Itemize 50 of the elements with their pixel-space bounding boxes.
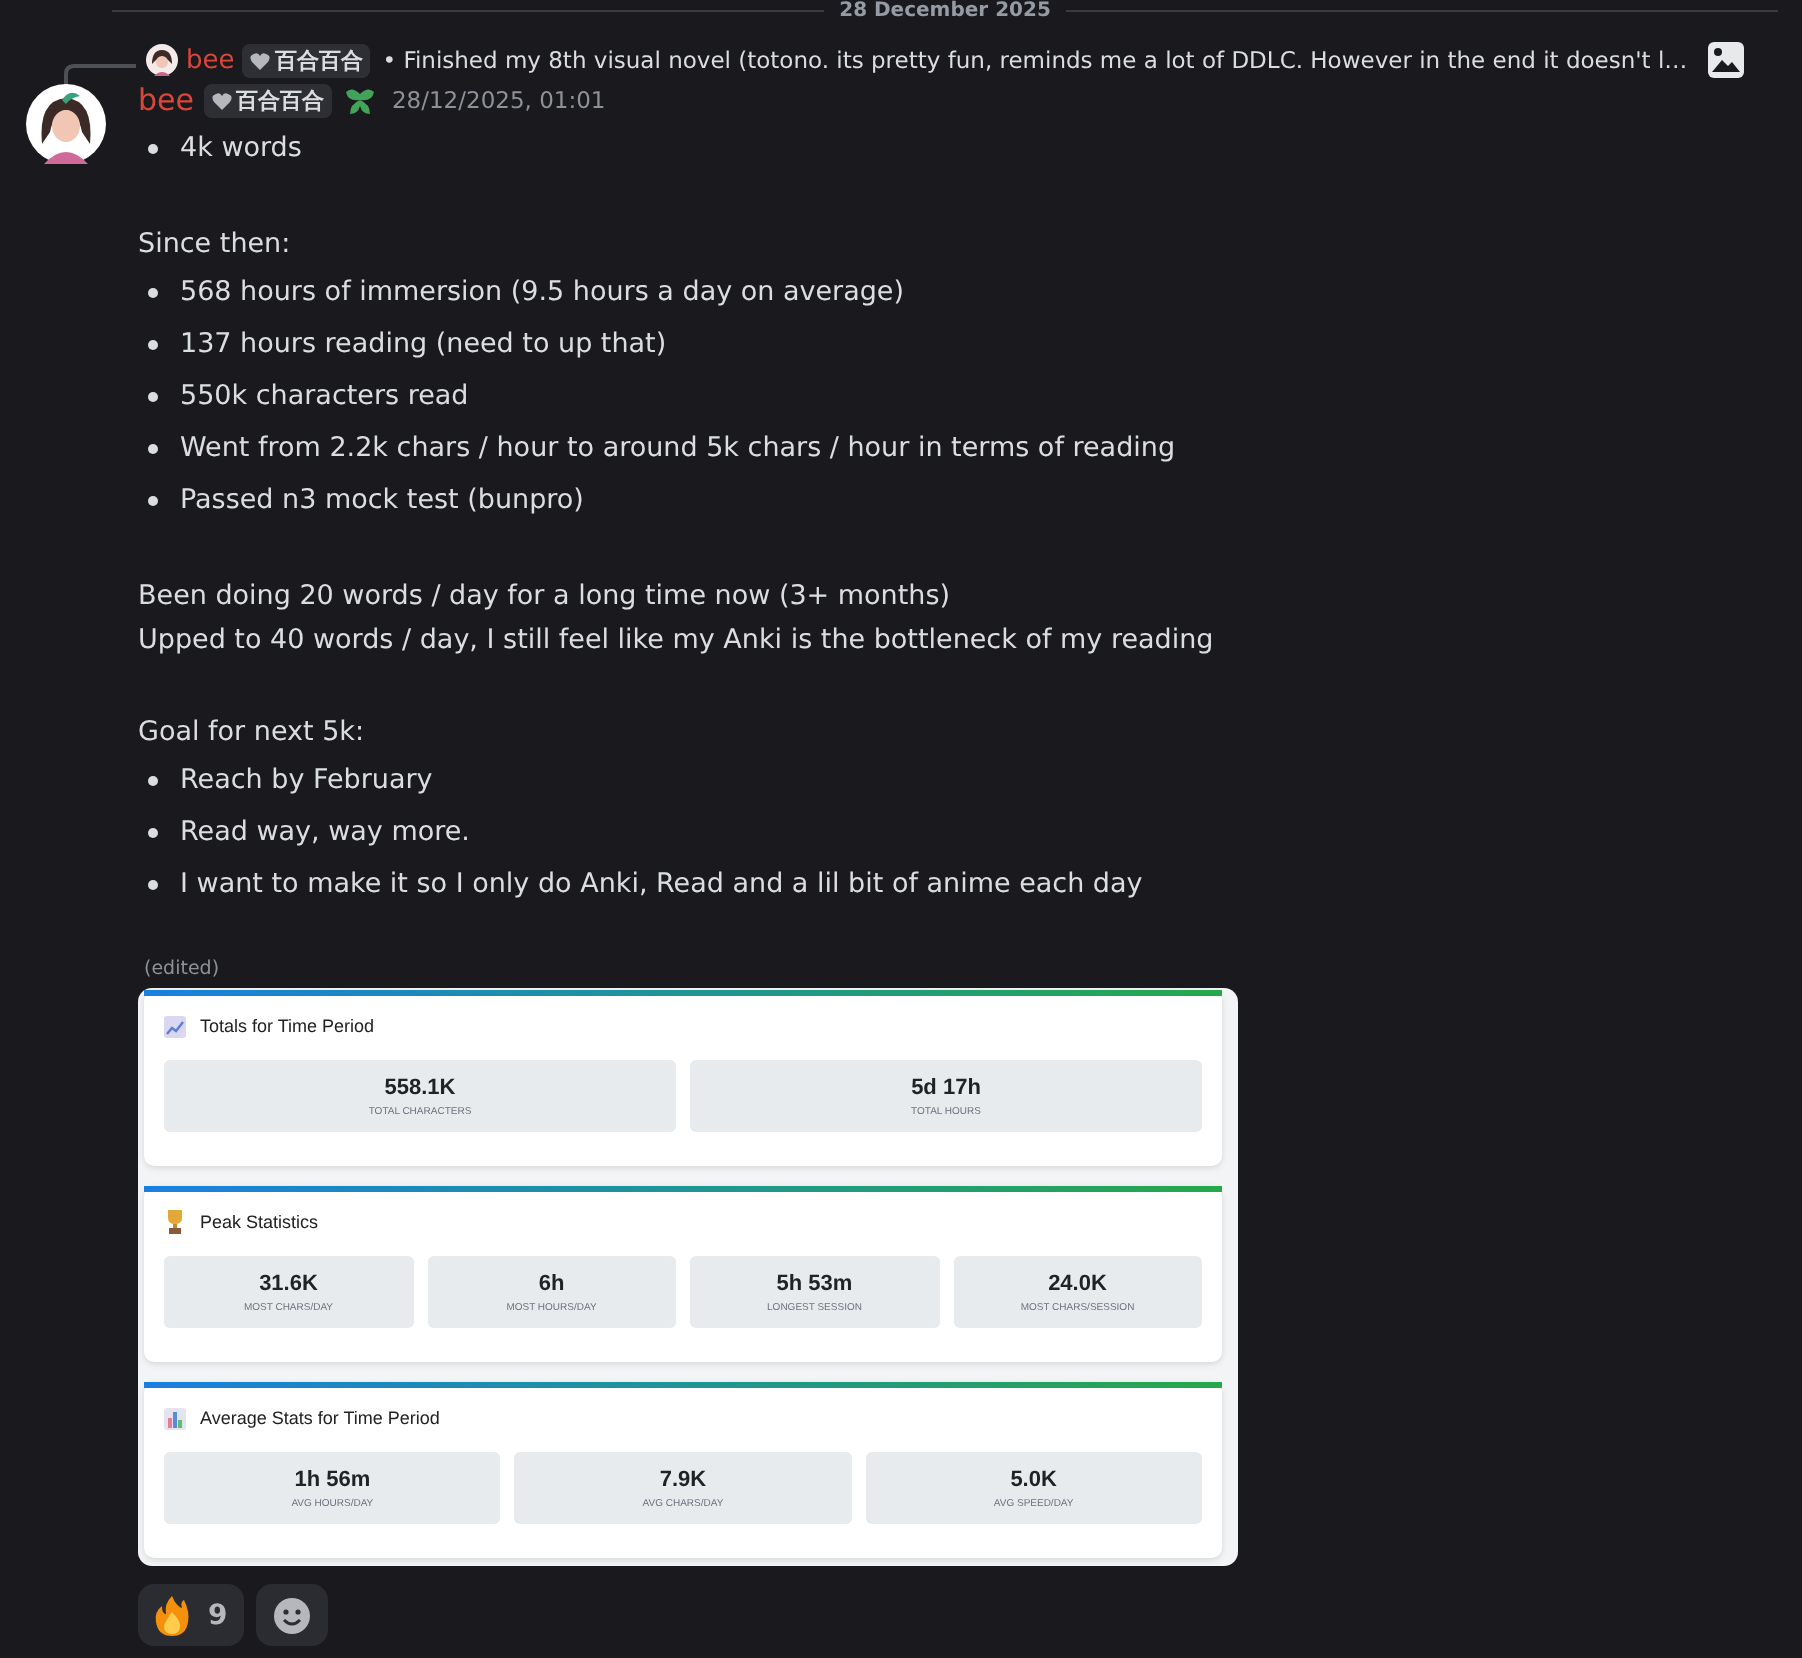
stat-value: 558.1K [384, 1075, 456, 1099]
stat-value: 31.6K [259, 1271, 318, 1295]
heart-icon [250, 51, 271, 69]
author-name[interactable]: bee [138, 82, 194, 118]
card-title: Peak Statistics [200, 1212, 319, 1232]
message-text: Since then: [138, 228, 291, 260]
stat-value: 5h 53m [776, 1271, 853, 1295]
stat-value: 1h 56m [294, 1467, 371, 1491]
avatar[interactable] [26, 84, 106, 164]
list-item: 568 hours of immersion (9.5 hours a day on average) [180, 276, 905, 308]
list-item: Passed n3 mock test (bunpro) [180, 484, 584, 516]
edited-label: (edited) [144, 958, 222, 980]
bar-chart-icon [164, 1407, 186, 1429]
reply-author[interactable]: bee [186, 45, 235, 75]
stat-value: 5d 17h [911, 1075, 981, 1099]
list-item: 4k words [180, 132, 302, 164]
reply-preview[interactable]: • Finished my 8th visual novel (totono. its pretty fun, reminds me a lot of DDLC. However in the end it doesn't l… [382, 46, 1688, 74]
heart-icon [211, 91, 232, 109]
add-reaction-button[interactable] [255, 1584, 328, 1646]
guild-tag[interactable]: 百合百合 [242, 43, 371, 77]
tag-text: 百合百合 [235, 85, 324, 115]
stat-value: 5.0K [1010, 1467, 1057, 1491]
list-item: Read way, way more. [180, 816, 470, 848]
list-item: I want to make it so I only do Anki, Read and a lil bit of anime each day [180, 868, 1143, 900]
guild-tag[interactable]: 百合百合 [203, 83, 332, 117]
reply-connector [64, 62, 136, 90]
fire-icon [154, 1595, 190, 1635]
message-text: Upped to 40 words / day, I still feel like my Anki is the bottleneck of my reading [138, 624, 1214, 656]
message-text: Been doing 20 words / day for a long time now (3+ months) [138, 580, 951, 612]
card-title: Totals for Time Period [200, 1016, 375, 1036]
trophy-icon [164, 1210, 186, 1234]
reaction-button[interactable]: 9 [138, 1584, 244, 1646]
smiley-icon [271, 1595, 312, 1635]
list-item: Reach by February [180, 764, 433, 796]
tag-text: 百合百合 [274, 45, 363, 75]
timestamp: 28/12/2025, 01:01 [391, 86, 606, 114]
list-item: Went from 2.2k chars / hour to around 5k chars / hour in terms of reading [180, 432, 1176, 464]
card-title: Average Stats for Time Period [200, 1408, 440, 1428]
image-icon [1707, 42, 1744, 78]
date-divider: 28 December 2025 [839, 0, 1051, 22]
stat-value: 24.0K [1048, 1271, 1107, 1295]
clover-icon [341, 84, 378, 116]
list-item: 137 hours reading (need to up that) [180, 328, 667, 360]
stat-value: 6h [538, 1271, 565, 1295]
avatar[interactable] [146, 44, 178, 76]
message-text: Goal for next 5k: [138, 716, 365, 748]
stat-value: 7.9K [659, 1467, 707, 1491]
stats-image[interactable] [138, 988, 1238, 1566]
list-item: 550k characters read [180, 380, 469, 412]
trend-chart-icon [164, 1015, 186, 1037]
